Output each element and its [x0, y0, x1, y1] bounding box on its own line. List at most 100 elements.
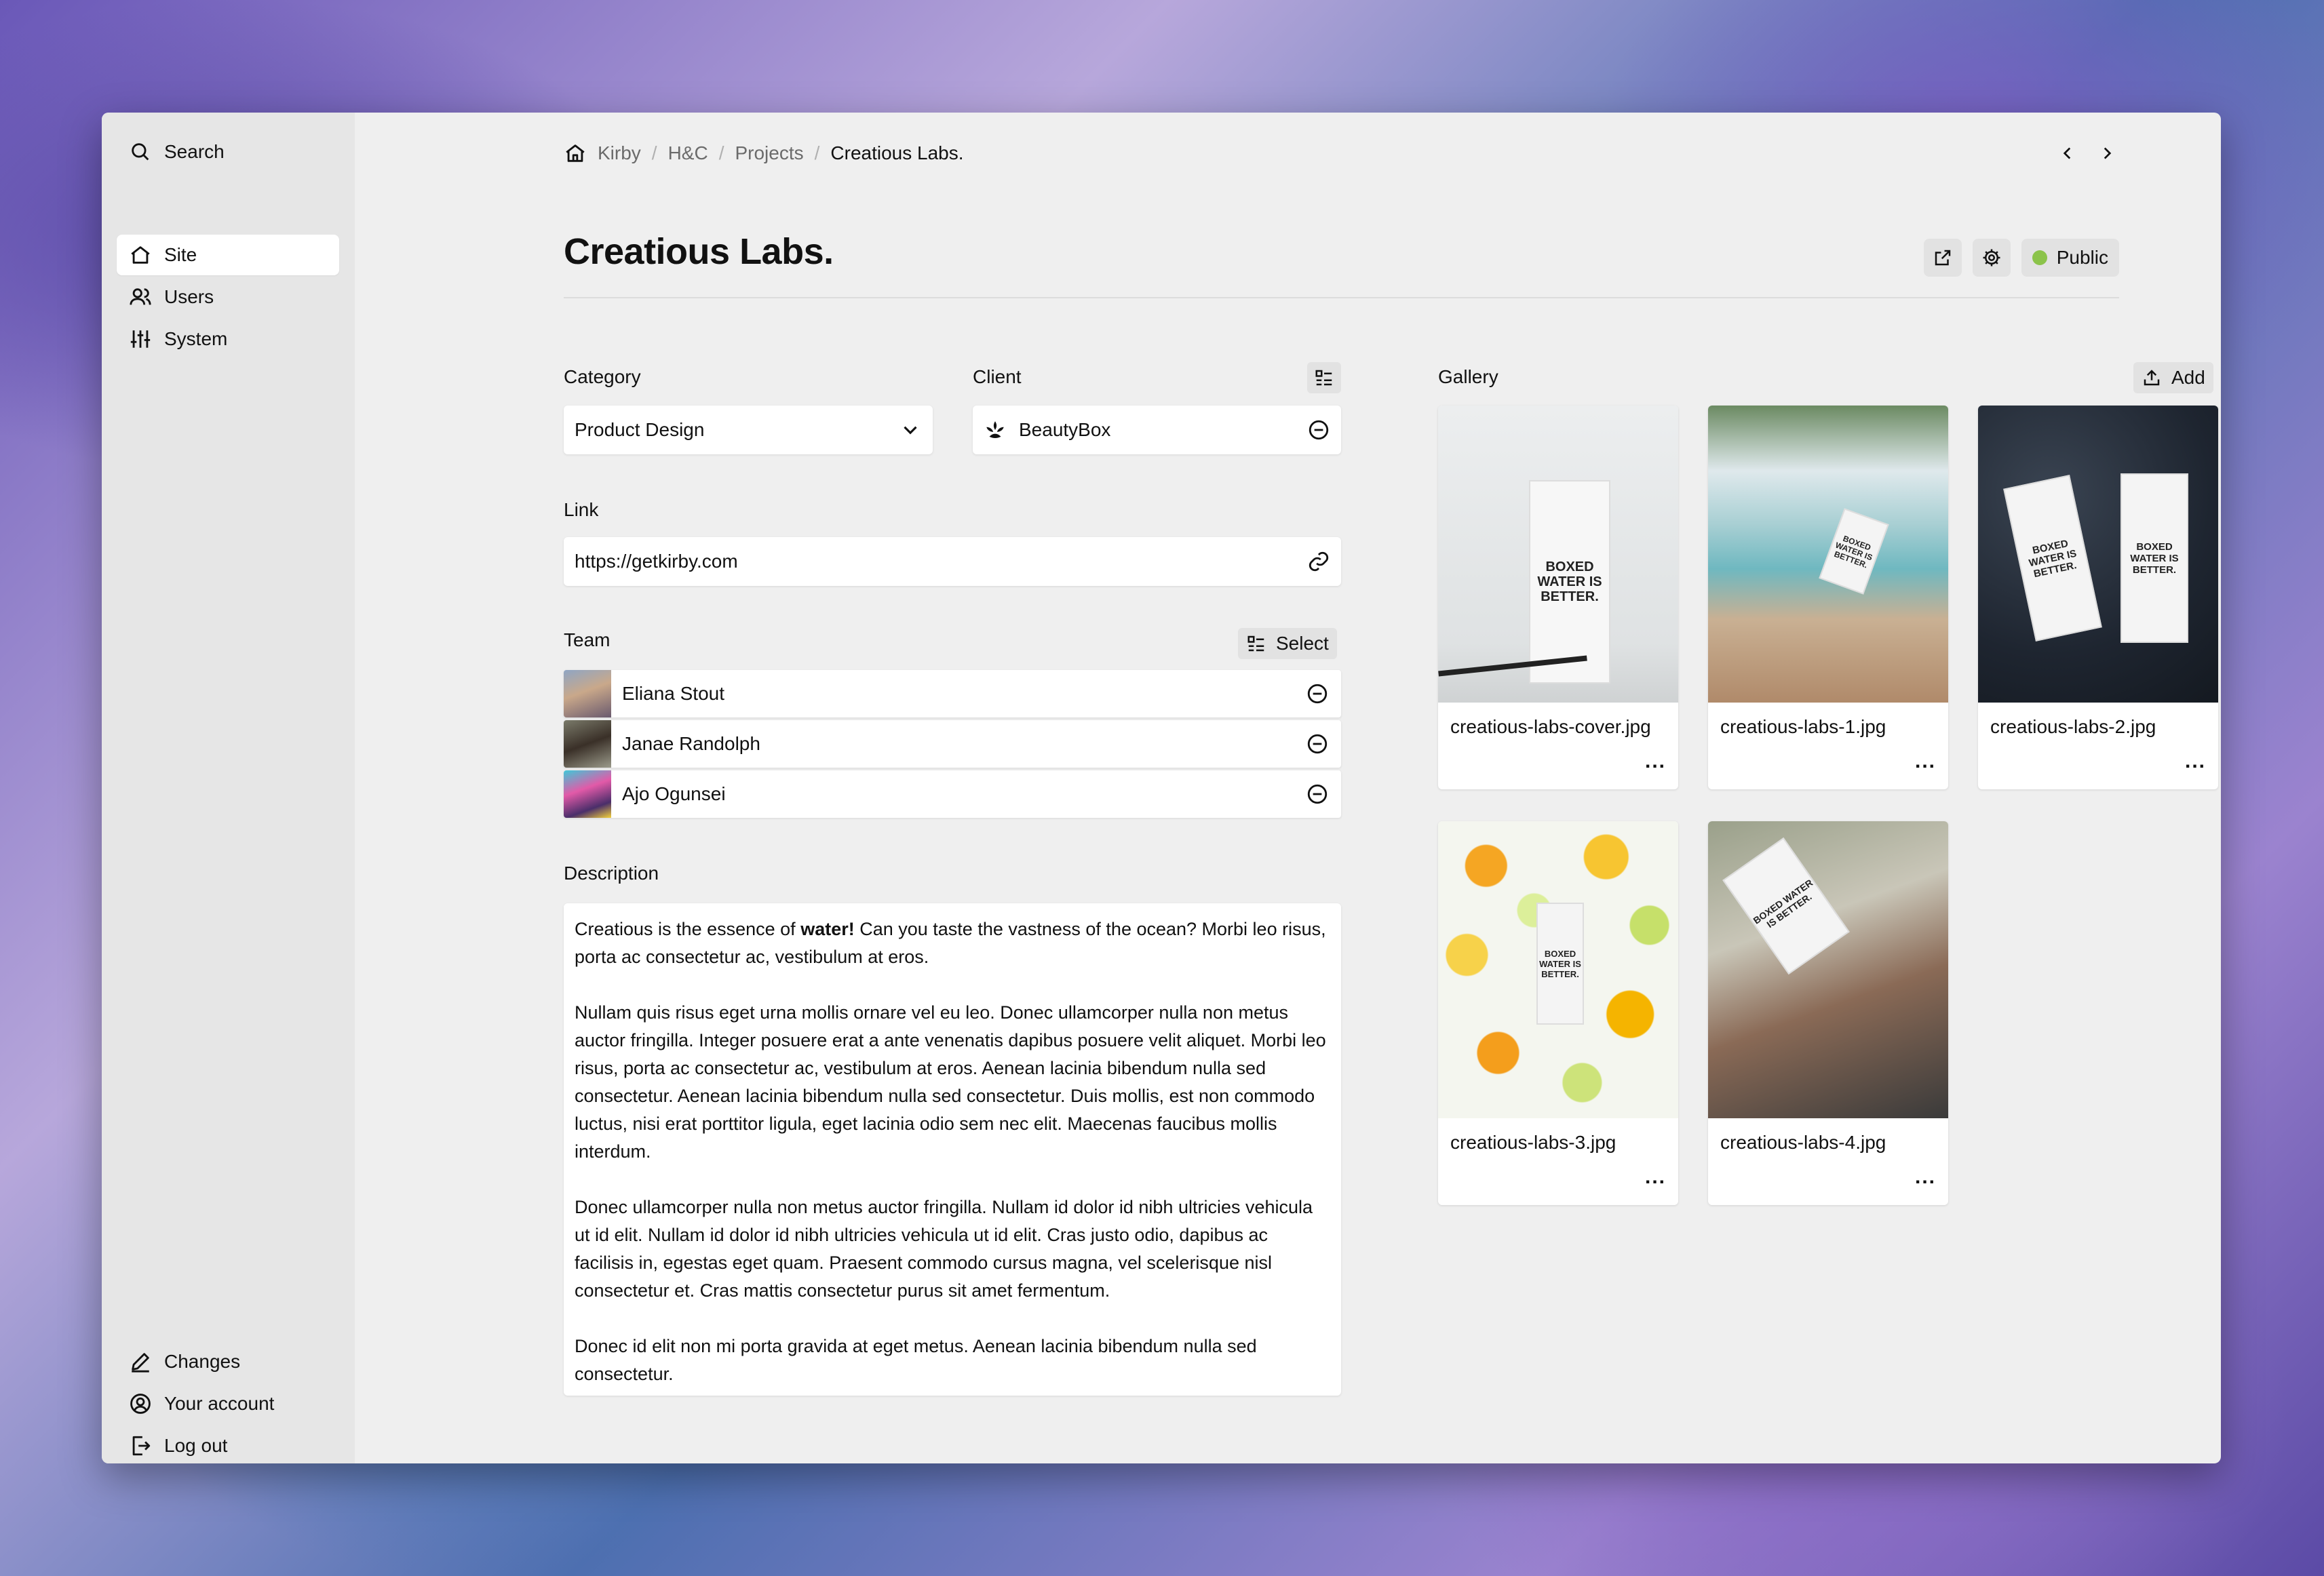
link-input[interactable]: https://getkirby.com [564, 537, 1341, 586]
sidebar-item-changes[interactable]: Changes [117, 1341, 339, 1382]
search-label: Search [164, 141, 225, 162]
settings-button[interactable] [1972, 239, 2011, 277]
remove-icon[interactable] [1306, 783, 1329, 806]
team-member-row[interactable]: Ajo Ogunsei [564, 770, 1341, 818]
gallery-image: BOXED WATER IS BETTER. BOXED WATER IS BE… [1978, 406, 2218, 703]
description-paragraph: Nullam quis risus eget urna mollis ornar… [575, 1002, 1326, 1162]
sidebar-item-label: Changes [164, 1351, 241, 1372]
status-button[interactable]: Public [2021, 239, 2119, 277]
gallery-filename: creatious-labs-2.jpg [1990, 716, 2156, 737]
avatar [564, 720, 611, 768]
flower-logo-icon [986, 421, 1004, 439]
open-external-button[interactable] [1923, 239, 1962, 277]
gallery-card[interactable]: BOXED WATER IS BETTER. BOXED WATER IS BE… [1978, 406, 2218, 789]
logout-icon [132, 1436, 151, 1456]
history-nav [2055, 140, 2119, 167]
team-select-label: Select [1276, 633, 1329, 654]
sidebar-item-label: Your account [164, 1393, 275, 1414]
gallery-filename: creatious-labs-cover.jpg [1450, 716, 1651, 737]
page-actions: Public [1923, 239, 2119, 277]
carton-graphic: BOXED WATER IS BETTER. [1536, 903, 1584, 1025]
team-select-button[interactable]: Select [1238, 628, 1337, 659]
app-window: Search Site Users System Changes Your ac… [102, 113, 2221, 1463]
account-icon [130, 1394, 151, 1414]
category-label: Category [564, 366, 641, 387]
sidebar-item-system[interactable]: System [117, 319, 339, 359]
next-button[interactable] [2095, 140, 2119, 167]
main-content: Kirby / H&C / Projects / Creatious Labs.… [355, 113, 2221, 1463]
gallery-label: Gallery [1438, 366, 1498, 387]
gallery-card[interactable]: BOXED WATER IS BETTER. creatious-labs-co… [1438, 406, 1678, 789]
sidebar-item-site[interactable]: Site [117, 235, 339, 275]
chevron-right-icon [2104, 147, 2112, 159]
gallery-add-label: Add [2171, 367, 2205, 388]
external-link-icon [1935, 250, 1950, 266]
remove-icon[interactable] [1306, 732, 1329, 755]
gallery-image: BOXED WATER IS BETTER. [1438, 406, 1678, 703]
breadcrumb-link[interactable]: Projects [735, 142, 803, 164]
upload-icon [2144, 370, 2160, 386]
sidebar: Search Site Users System Changes Your ac… [102, 113, 355, 1463]
gallery-card[interactable]: BOXED WATER IS BETTER. creatious-labs-4.… [1708, 821, 1948, 1205]
carton-text: BOXED WATER IS BETTER. [2130, 540, 2179, 576]
more-options-button[interactable]: ... [1645, 1166, 1666, 1189]
breadcrumb: Kirby / H&C / Projects / Creatious Labs. [564, 137, 964, 170]
prev-button[interactable] [2055, 140, 2080, 167]
sidebar-item-account[interactable]: Your account [117, 1383, 339, 1424]
text-run: Creatious is the essence of [575, 919, 801, 939]
more-options-button[interactable]: ... [1915, 750, 1936, 773]
description-paragraph: Creatious is the essence of water! Can y… [575, 915, 1330, 971]
team-member-name: Eliana Stout [622, 683, 724, 704]
status-label: Public [2056, 247, 2108, 268]
team-member-row[interactable]: Eliana Stout [564, 670, 1341, 717]
gallery-filename: creatious-labs-3.jpg [1450, 1132, 1616, 1153]
gallery-card[interactable]: BOXED WATER IS BETTER. creatious-labs-3.… [1438, 821, 1678, 1205]
category-value: Product Design [575, 419, 705, 440]
chevron-left-icon [2063, 147, 2071, 159]
description-paragraph: Donec ullamcorper nulla non metus auctor… [575, 1197, 1313, 1301]
carton-text: BOXED WATER IS BETTER. [1751, 877, 1815, 930]
breadcrumb-current[interactable]: Creatious Labs. [830, 142, 963, 164]
gallery-filename: creatious-labs-4.jpg [1720, 1132, 1886, 1153]
more-options-button[interactable]: ... [1915, 1166, 1936, 1189]
client-select-button[interactable] [1307, 362, 1341, 393]
team-member-name: Janae Randolph [622, 733, 760, 754]
sidebar-item-users[interactable]: Users [117, 277, 339, 317]
carton-graphic: BOXED WATER IS BETTER. [1819, 508, 1889, 595]
more-options-button[interactable]: ... [1645, 750, 1666, 773]
breadcrumb-link[interactable]: H&C [668, 142, 708, 164]
status-dot [2032, 250, 2047, 265]
remove-icon[interactable] [1307, 418, 1330, 441]
sidebar-item-label: Site [164, 244, 197, 265]
description-paragraph: Donec id elit non mi porta gravida at eg… [575, 1336, 1257, 1384]
more-options-button[interactable]: ... [2185, 750, 2206, 773]
category-select[interactable]: Product Design [564, 406, 933, 454]
gallery-card[interactable]: BOXED WATER IS BETTER. creatious-labs-1.… [1708, 406, 1948, 789]
sidebar-item-label: Log out [164, 1435, 228, 1456]
search-button[interactable]: Search [117, 132, 339, 172]
link-icon[interactable] [1307, 550, 1330, 573]
gallery-image: BOXED WATER IS BETTER. [1438, 821, 1678, 1118]
chevron-down-icon [904, 426, 917, 435]
client-field[interactable]: BeautyBox [973, 406, 1341, 454]
gallery-image: BOXED WATER IS BETTER. [1708, 821, 1948, 1118]
remove-icon[interactable] [1306, 682, 1329, 705]
client-value: BeautyBox [1019, 419, 1111, 440]
sidebar-item-logout[interactable]: Log out [117, 1425, 339, 1463]
header-divider [564, 297, 2119, 298]
breadcrumb-separator: / [718, 142, 724, 163]
team-label: Team [564, 629, 611, 650]
list-check-icon [1247, 635, 1264, 652]
breadcrumb-separator: / [651, 142, 657, 163]
carton-text: BOXED WATER IS BETTER. [2028, 537, 2078, 580]
gallery-image: BOXED WATER IS BETTER. [1708, 406, 1948, 703]
description-editor[interactable]: Creatious is the essence of water! Can y… [564, 903, 1341, 1396]
carton-graphic: BOXED WATER IS BETTER. [2003, 475, 2102, 642]
home-icon[interactable] [564, 142, 587, 165]
description-label: Description [564, 863, 659, 884]
users-icon [130, 288, 151, 305]
breadcrumb-link[interactable]: Kirby [598, 142, 641, 164]
team-member-row[interactable]: Janae Randolph [564, 720, 1341, 768]
link-value: https://getkirby.com [575, 551, 738, 572]
gallery-add-button[interactable]: Add [2133, 362, 2213, 393]
